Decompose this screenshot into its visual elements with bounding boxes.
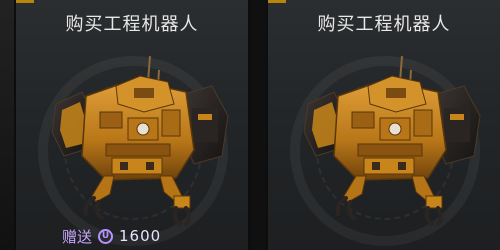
gift-price: 赠送 U 1600	[62, 226, 161, 246]
panel-edge-left	[0, 0, 14, 250]
shop-card-engineering-robot[interactable]: 购买工程机器人	[266, 0, 500, 250]
card-corner-accent	[16, 0, 34, 3]
panel-divider	[250, 0, 266, 250]
gift-label: 赠送	[62, 227, 93, 246]
shop-card-engineering-robot[interactable]: 购买工程机器人	[14, 0, 250, 250]
engineering-robot-image	[303, 55, 481, 226]
card-title: 购买工程机器人	[317, 14, 451, 35]
shop-panel: 购买工程机器人 赠送 U 1600 购买工程机器人	[0, 0, 500, 250]
card-title: 购买工程机器人	[65, 14, 199, 35]
u-coin-icon: U	[98, 228, 114, 244]
price-amount: 1600	[119, 227, 162, 245]
engineering-robot-image	[51, 55, 229, 226]
card-corner-accent	[268, 0, 286, 3]
